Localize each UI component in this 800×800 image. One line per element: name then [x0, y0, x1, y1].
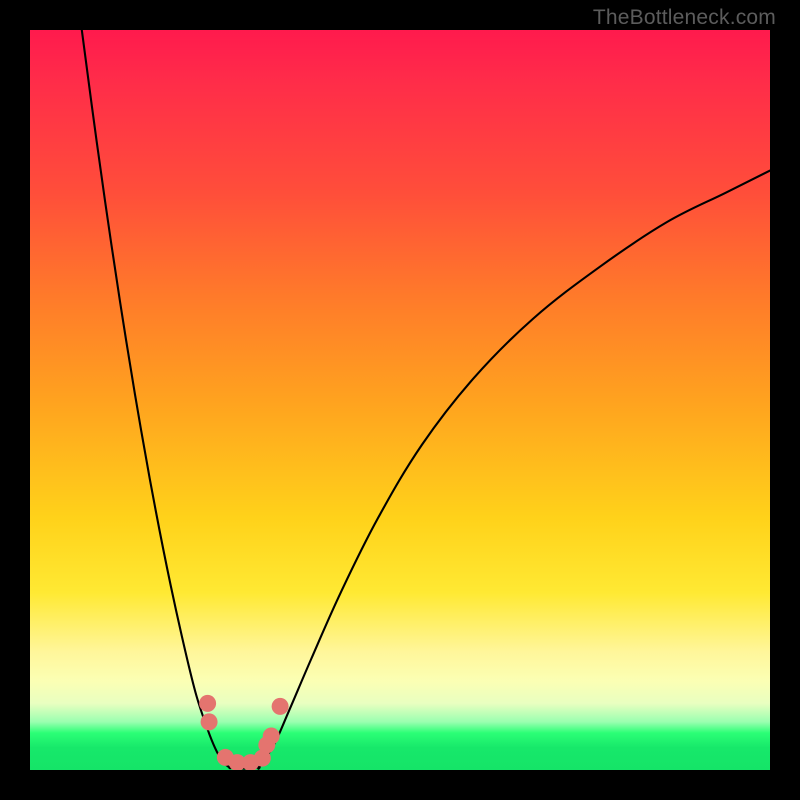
marker-m2: [201, 713, 218, 730]
marker-m1: [199, 695, 216, 712]
marker-m8: [263, 727, 280, 744]
data-markers: [199, 695, 289, 770]
chart-svg: [30, 30, 770, 770]
watermark-text: TheBottleneck.com: [593, 6, 776, 30]
marker-m9: [272, 698, 289, 715]
plot-area: [30, 30, 770, 770]
outer-frame: TheBottleneck.com: [0, 0, 800, 800]
bottleneck-curve: [82, 30, 770, 769]
